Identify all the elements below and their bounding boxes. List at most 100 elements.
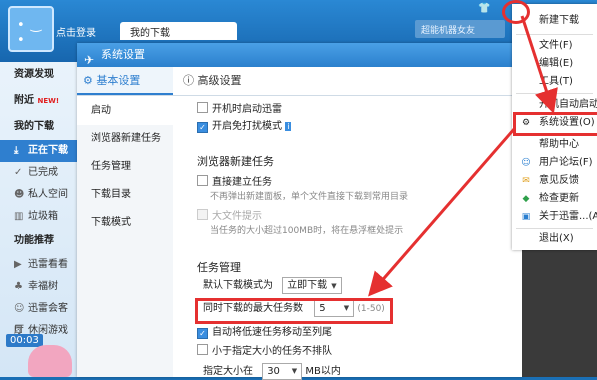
menu-edit[interactable]: 编辑(E) bbox=[512, 55, 597, 73]
sidebar-item-tree[interactable]: ♣ 幸福树 bbox=[0, 276, 77, 298]
background-panel bbox=[522, 250, 597, 377]
tab-basic-settings-label: 基本设置 bbox=[96, 74, 141, 87]
direct-create-option[interactable]: 直接建立任务 bbox=[197, 173, 272, 188]
sidebar-item-label: 幸福树 bbox=[28, 281, 58, 292]
tasks-heading: 任务管理 bbox=[197, 261, 241, 274]
sidebar-item-label: 正在下载 bbox=[28, 145, 68, 156]
menu-file[interactable]: 文件(F) bbox=[512, 37, 597, 55]
menu-separator bbox=[516, 228, 593, 229]
big-file-hint: 当任务的大小超过100MB时，将在悬浮框处提示 bbox=[210, 226, 404, 236]
tab-my-downloads[interactable]: 我的下载 bbox=[120, 22, 237, 40]
highlight-menu-button bbox=[502, 0, 530, 24]
tab-advanced-settings-label: 高级设置 bbox=[197, 74, 242, 87]
checkbox-auto-start[interactable] bbox=[197, 102, 208, 113]
sidebar-item-kankan[interactable]: ▶ 迅雷看看 bbox=[0, 254, 77, 276]
browser-heading: 浏览器新建任务 bbox=[197, 155, 274, 168]
highlight-max-tasks bbox=[195, 298, 393, 324]
menu-feedback-label: 意见反馈 bbox=[539, 175, 579, 186]
download-icon: ⤓ bbox=[14, 145, 19, 156]
nav-download-dir[interactable]: 下载目录 bbox=[77, 181, 173, 209]
default-mode-value: 立即下载 bbox=[287, 279, 328, 291]
checkbox-auto-move[interactable]: ✓ bbox=[197, 328, 208, 339]
sidebar-item-label: 已完成 bbox=[28, 167, 58, 178]
checkbox-no-queue[interactable] bbox=[197, 344, 208, 355]
auto-start-label: 开机时启动迅雷 bbox=[212, 104, 282, 115]
menu-feedback[interactable]: ✉ 意见反馈 bbox=[512, 172, 597, 190]
sidebar-recent[interactable]: 附近 NEW! bbox=[0, 88, 77, 114]
default-mode-row: 默认下载模式为 立即下载 ▼ bbox=[203, 276, 342, 294]
sidebar-item-label: 垃圾箱 bbox=[28, 211, 58, 222]
info-icon: ▣ bbox=[521, 212, 531, 222]
nav-task-management[interactable]: 任务管理 bbox=[77, 153, 173, 181]
menu-forum[interactable]: ☺ 用户论坛(F) bbox=[512, 154, 597, 172]
menu-about-label: 关于迅雷...(A) bbox=[539, 211, 597, 222]
check-icon: ✓ bbox=[14, 167, 23, 178]
tree-icon: ♣ bbox=[14, 281, 23, 292]
size-value: 30 bbox=[267, 365, 280, 377]
mascot-pet-icon[interactable] bbox=[28, 345, 72, 377]
sidebar-item-downloading[interactable]: ⤓ 正在下载 bbox=[0, 140, 77, 162]
mail-icon: ✉ bbox=[522, 176, 530, 186]
avatar[interactable]: • ‿ • bbox=[8, 6, 54, 52]
size-unit: MB以内 bbox=[305, 366, 341, 377]
menu-separator bbox=[516, 34, 593, 35]
default-mode-label: 默认下载模式为 bbox=[203, 280, 273, 291]
menu-help[interactable]: 帮助中心 bbox=[512, 136, 597, 154]
nav-startup[interactable]: 启动 bbox=[77, 97, 173, 125]
sidebar-discover[interactable]: 资源发现 bbox=[0, 62, 77, 88]
sidebar-item-label: 迅雷看看 bbox=[28, 259, 68, 270]
big-file-option[interactable]: 大文件提示 bbox=[197, 207, 262, 222]
trash-icon: ▥ bbox=[14, 211, 24, 222]
menu-check-update[interactable]: ◆ 检查更新 bbox=[512, 190, 597, 208]
dialog-nav: 启动 浏览器新建任务 任务管理 下载目录 下载模式 bbox=[77, 97, 173, 377]
checkbox-direct-create[interactable] bbox=[197, 175, 208, 186]
no-queue-label: 小于指定大小的任务不排队 bbox=[212, 346, 332, 357]
big-file-label: 大文件提示 bbox=[212, 211, 262, 222]
chevron-down-icon: ▼ bbox=[291, 366, 298, 375]
sidebar-recent-label: 附近 bbox=[14, 95, 34, 106]
sidebar-item-label: 私人空间 bbox=[28, 189, 68, 200]
default-mode-select[interactable]: 立即下载 ▼ bbox=[282, 276, 342, 294]
nav-download-mode[interactable]: 下载模式 bbox=[77, 209, 173, 237]
sidebar-item-lounge[interactable]: ☺ 迅雷会客厅 bbox=[0, 298, 77, 336]
sidebar-item-private[interactable]: ☻ 私人空间 bbox=[0, 184, 77, 206]
no-disturb-option[interactable]: ✓ 开启免打扰模式 i bbox=[197, 117, 292, 133]
sidebar-features: 功能推荐 bbox=[14, 235, 54, 246]
auto-start-option[interactable]: 开机时启动迅雷 bbox=[197, 100, 282, 115]
auto-move-option[interactable]: ✓ 自动将低速任务移动至列尾 bbox=[197, 323, 332, 339]
no-disturb-label: 开启免打扰模式 bbox=[212, 121, 282, 132]
update-icon: ◆ bbox=[522, 194, 530, 204]
sidebar-item-trash[interactable]: ▥ 垃圾箱 bbox=[0, 206, 77, 228]
size-label: 指定大小在 bbox=[203, 366, 253, 377]
tab-basic-settings[interactable]: ⚙ 基本设置 bbox=[77, 67, 173, 95]
checkbox-no-disturb[interactable]: ✓ bbox=[197, 122, 208, 133]
chevron-down-icon: ▼ bbox=[331, 281, 337, 290]
sidebar: 资源发现 附近 NEW! 我的下载 ⤓ 正在下载 ✓ 已完成 ☻ 私人空间 ▥ 垃圾箱 … bbox=[0, 62, 77, 377]
robot-ad-banner[interactable]: 超能机器女友 bbox=[415, 20, 505, 38]
menu-check-update-label: 检查更新 bbox=[539, 193, 579, 204]
checkbox-big-file[interactable] bbox=[197, 209, 208, 220]
timer: 00:03 bbox=[6, 334, 43, 347]
help-icon[interactable]: i bbox=[285, 122, 292, 131]
highlight-system-settings bbox=[513, 112, 597, 136]
gear-icon: ⚙ bbox=[83, 74, 93, 87]
sidebar-my-downloads: 我的下载 bbox=[14, 121, 54, 132]
users-icon: ☺ bbox=[521, 158, 531, 168]
menu-exit[interactable]: 退出(X) bbox=[512, 230, 597, 248]
direct-create-label: 直接建立任务 bbox=[212, 177, 272, 188]
user-icon: ☻ bbox=[14, 189, 25, 200]
nav-browser-task[interactable]: 浏览器新建任务 bbox=[77, 125, 173, 153]
no-queue-option[interactable]: 小于指定大小的任务不排队 bbox=[197, 342, 332, 357]
play-icon: ▶ bbox=[14, 259, 22, 270]
new-badge: NEW! bbox=[37, 97, 60, 105]
settings-dialog: ✈ 系统设置 ⚙ 基本设置 ⓘ 高级设置 启动 浏览器新建任务 任务管理 下载目… bbox=[77, 43, 522, 380]
tab-advanced-settings[interactable]: ⓘ 高级设置 bbox=[177, 67, 242, 95]
direct-create-hint: 不再弹出新建面板，单个文件直接下载到常用目录 bbox=[210, 192, 409, 202]
dialog-title: 系统设置 bbox=[101, 48, 145, 61]
menu-about[interactable]: ▣ 关于迅雷...(A) bbox=[512, 208, 597, 226]
login-link[interactable]: 点击登录 bbox=[56, 24, 96, 39]
shirt-icon[interactable]: 👕 bbox=[478, 3, 490, 14]
menu-tools[interactable]: 工具(T) bbox=[512, 73, 597, 91]
sidebar-item-completed[interactable]: ✓ 已完成 bbox=[0, 162, 77, 184]
menu-separator bbox=[516, 93, 593, 94]
